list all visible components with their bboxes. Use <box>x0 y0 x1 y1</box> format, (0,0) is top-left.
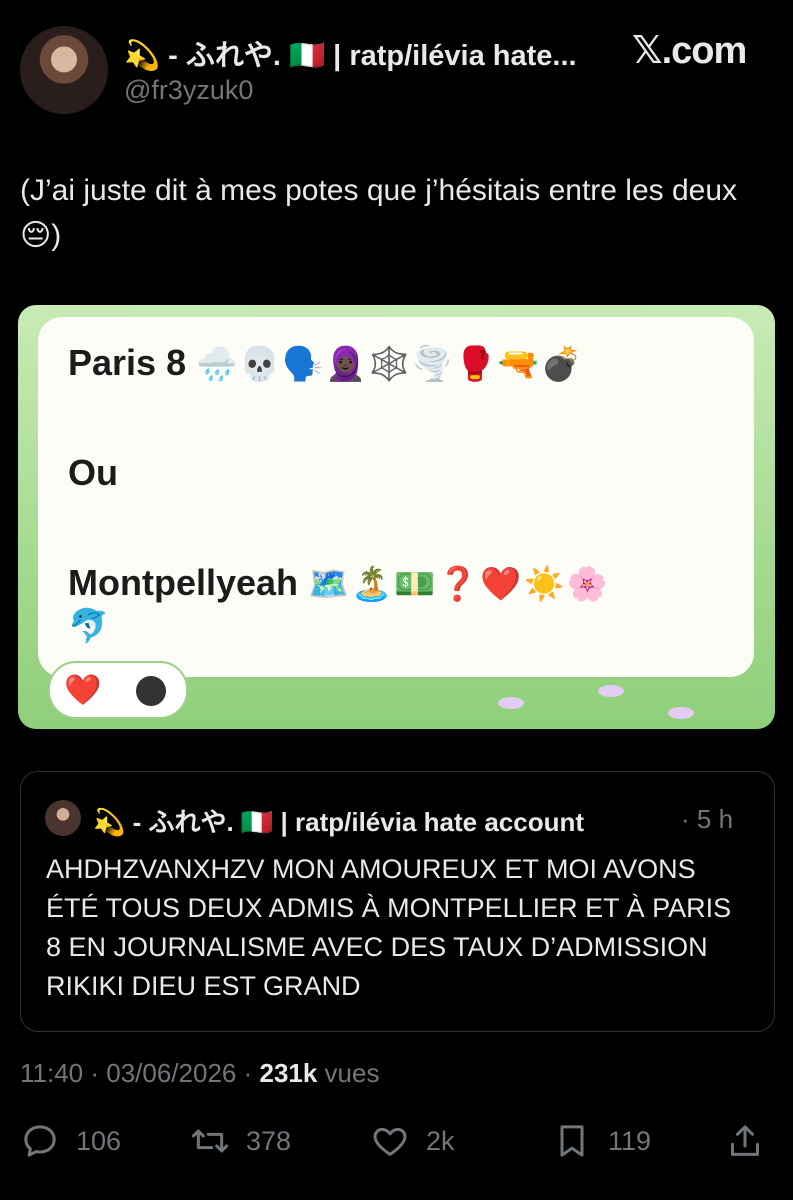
share-button[interactable] <box>725 1118 765 1164</box>
message-reactions: ❤️ <box>48 661 188 719</box>
reply-count: 106 <box>76 1125 122 1156</box>
heart-icon <box>373 1127 407 1156</box>
retweet-icon <box>191 1129 229 1153</box>
message-emojis-paris: 🌧️💀🗣️🧕🏿🕸️🌪️🥊🔫💣 <box>196 345 584 382</box>
quoted-tweet-text: AHDHZVANXHZV MON AMOUREUX ET MOI AVONS É… <box>46 854 732 1001</box>
bookmark-icon <box>560 1125 584 1157</box>
reply-icon <box>24 1125 56 1157</box>
chat-message-bubble: Paris 8 🌧️💀🗣️🧕🏿🕸️🌪️🥊🔫💣 Ou Montpellyeah 🗺️🏝… <box>38 317 754 677</box>
like-count: 2k <box>426 1125 455 1156</box>
retweet-count: 378 <box>246 1125 292 1156</box>
message-emojis-montpellier: 🗺️🏝️💵❓❤️☀️🌸 <box>308 565 610 602</box>
author-display-name[interactable]: 💫 - ふれや. 🇮🇹 | ratp/ilévia hate... <box>124 32 577 74</box>
message-line-paris: Paris 8 🌧️💀🗣️🧕🏿🕸️🌪️🥊🔫💣 <box>68 342 584 384</box>
message-label-paris: Paris 8 <box>68 342 187 383</box>
views-count: 231k <box>259 1058 318 1088</box>
message-label-montpellier: Montpellyeah <box>68 562 299 603</box>
bookmark-count: 119 <box>608 1125 652 1156</box>
quoted-author-name: 💫 - ふれや. 🇮🇹 | ratp/ilévia hate account <box>93 807 585 837</box>
tweet-time-date: 11:40 · 03/06/2026 · <box>20 1058 260 1088</box>
flower-decoration <box>668 707 694 719</box>
quoted-timestamp: · 5 h <box>681 804 734 834</box>
message-line-montpellier: Montpellyeah 🗺️🏝️💵❓❤️☀️🌸 <box>68 562 610 604</box>
share-icon <box>731 1125 759 1156</box>
tweet-text: (J’ai juste dit à mes potes que j’hésita… <box>20 174 738 252</box>
heart-reaction: ❤️ <box>64 674 102 707</box>
flower-decoration <box>598 685 624 697</box>
bookmark-button[interactable]: 119 <box>552 1118 651 1164</box>
tweet-meta: 11:40 · 03/06/2026 · 231k vues <box>20 1058 379 1089</box>
reply-button[interactable]: 106 <box>20 1118 121 1164</box>
like-button[interactable]: 2k <box>370 1118 455 1164</box>
author-handle[interactable]: @fr3yzuk0 <box>124 75 253 106</box>
tweet-image[interactable]: Paris 8 🌧️💀🗣️🧕🏿🕸️🌪️🥊🔫💣 Ou Montpellyeah 🗺️🏝… <box>18 305 775 729</box>
message-line-ou: Ou <box>68 452 118 493</box>
x-logo: 𝕏.com <box>632 30 747 72</box>
quoted-tweet[interactable]: 💫 - ふれや. 🇮🇹 | ratp/ilévia hate account ·… <box>20 771 775 1032</box>
author-avatar[interactable] <box>20 26 108 114</box>
retweet-button[interactable]: 378 <box>190 1118 291 1164</box>
flower-decoration <box>498 697 524 709</box>
views-label: vues <box>317 1058 380 1088</box>
dolphin-emoji: 🐬 <box>68 607 110 644</box>
quoted-author-avatar <box>45 800 81 836</box>
reaction-avatar <box>136 676 166 706</box>
